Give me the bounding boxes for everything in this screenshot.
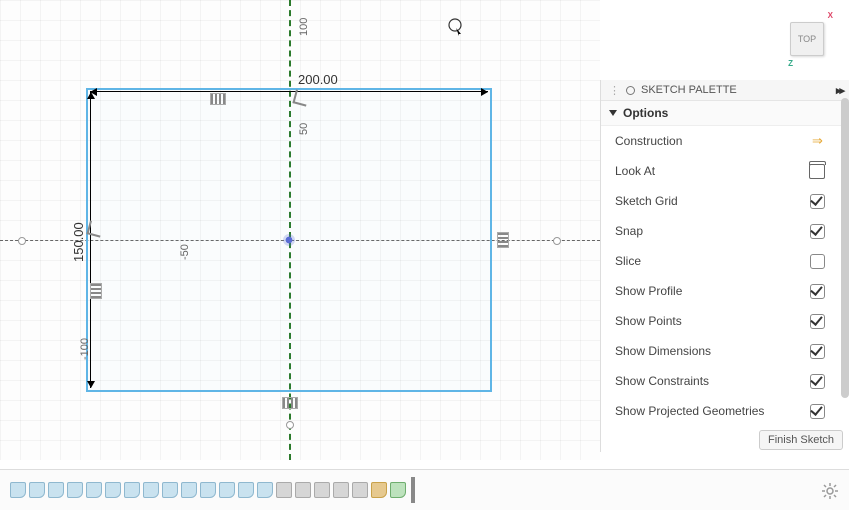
timeline-item[interactable] [388, 481, 406, 499]
option-row[interactable]: Show Points [601, 306, 849, 336]
option-row[interactable]: Show Constraints [601, 366, 849, 396]
timeline-item[interactable] [179, 481, 197, 499]
option-label: Show Constraints [615, 374, 709, 388]
option-label: Show Dimensions [615, 344, 711, 358]
checkbox[interactable] [810, 224, 825, 239]
option-label: Show Projected Geometries [615, 404, 764, 418]
timeline-item[interactable] [255, 481, 273, 499]
timeline-item[interactable] [160, 481, 178, 499]
option-label: Snap [615, 224, 643, 238]
finish-sketch-button[interactable]: Finish Sketch [759, 430, 843, 450]
dimension-width-arrow [90, 91, 488, 92]
timeline-item[interactable] [331, 481, 349, 499]
viewcube[interactable]: TOP X Z [790, 22, 824, 56]
options-header[interactable]: Options [601, 101, 849, 126]
axis-point[interactable] [18, 237, 26, 245]
timeline-item[interactable] [65, 481, 83, 499]
option-row[interactable]: Show Dimensions [601, 336, 849, 366]
option-label: Show Profile [615, 284, 682, 298]
timeline-item[interactable] [122, 481, 140, 499]
vertical-constraint-icon[interactable] [497, 232, 509, 248]
timeline-playhead[interactable] [411, 477, 415, 503]
viewcube-label: TOP [798, 34, 816, 44]
dimension-height[interactable]: 150.00 [71, 222, 86, 262]
scrollbar[interactable] [841, 98, 849, 398]
option-row[interactable]: Construction ⇐ [601, 126, 849, 156]
timeline-item[interactable] [84, 481, 102, 499]
finish-sketch-label: Finish Sketch [768, 434, 834, 446]
option-row[interactable]: Slice [601, 246, 849, 276]
option-label: Show Points [615, 314, 682, 328]
checkbox[interactable] [810, 284, 825, 299]
horizontal-constraint-icon[interactable] [210, 93, 226, 105]
horizontal-constraint-icon[interactable] [282, 397, 298, 409]
axis-point[interactable] [286, 421, 294, 429]
timeline-item[interactable] [8, 481, 26, 499]
timeline-item[interactable] [103, 481, 121, 499]
construction-icon[interactable]: ⇐ [812, 133, 823, 149]
sketch-palette-panel: ⋮ SKETCH PALETTE ▸▸ Options Construction… [600, 80, 849, 452]
option-row[interactable]: Sketch Grid [601, 186, 849, 216]
sketch-canvas[interactable]: 200.00 150.00 -50 -100 50 100 [0, 0, 600, 460]
checkbox[interactable] [810, 374, 825, 389]
viewcube-axis-z: Z [788, 59, 793, 68]
vertical-constraint-icon[interactable] [90, 283, 102, 299]
option-row[interactable]: Show Profile [601, 276, 849, 306]
timeline-item[interactable] [274, 481, 292, 499]
palette-title: SKETCH PALETTE [641, 84, 737, 96]
viewcube-axis-x: X [828, 11, 833, 20]
timeline-item[interactable] [141, 481, 159, 499]
timeline-item[interactable] [293, 481, 311, 499]
timeline-item[interactable] [46, 481, 64, 499]
sketch-rectangle[interactable] [86, 88, 492, 392]
gear-icon[interactable] [821, 482, 839, 500]
pin-icon[interactable]: ▸▸ [836, 84, 843, 97]
timeline-item[interactable] [312, 481, 330, 499]
option-row[interactable]: Show Projected Geometries [601, 396, 849, 426]
checkbox[interactable] [810, 404, 825, 419]
tick-label: -100 [79, 338, 91, 360]
checkbox[interactable] [810, 194, 825, 209]
option-label: Slice [615, 254, 641, 268]
timeline-item[interactable] [27, 481, 45, 499]
timeline-item[interactable] [217, 481, 235, 499]
option-row[interactable]: Look At [601, 156, 849, 186]
option-list: Construction ⇐ Look At Sketch Grid Snap Slice… [601, 126, 849, 452]
timeline-item[interactable] [350, 481, 368, 499]
option-label: Construction [615, 134, 682, 148]
axis-point[interactable] [553, 237, 561, 245]
option-label: Sketch Grid [615, 194, 678, 208]
timeline-item[interactable] [198, 481, 216, 499]
tick-label: -50 [179, 244, 191, 260]
options-label: Options [623, 106, 668, 120]
timeline-item[interactable] [369, 481, 387, 499]
checkbox[interactable] [810, 314, 825, 329]
dimension-width[interactable]: 200.00 [298, 72, 338, 87]
palette-bullet-icon [626, 86, 635, 95]
timeline[interactable] [0, 469, 849, 510]
timeline-item[interactable] [236, 481, 254, 499]
checkbox[interactable] [810, 344, 825, 359]
chevron-down-icon [609, 110, 617, 116]
palette-header[interactable]: ⋮ SKETCH PALETTE ▸▸ [601, 80, 849, 101]
lookat-icon[interactable] [809, 164, 825, 179]
tick-label: 100 [298, 18, 310, 36]
tick-label: 50 [298, 123, 310, 135]
option-label: Look At [615, 164, 655, 178]
option-row[interactable]: Snap [601, 216, 849, 246]
checkbox[interactable] [810, 254, 825, 269]
